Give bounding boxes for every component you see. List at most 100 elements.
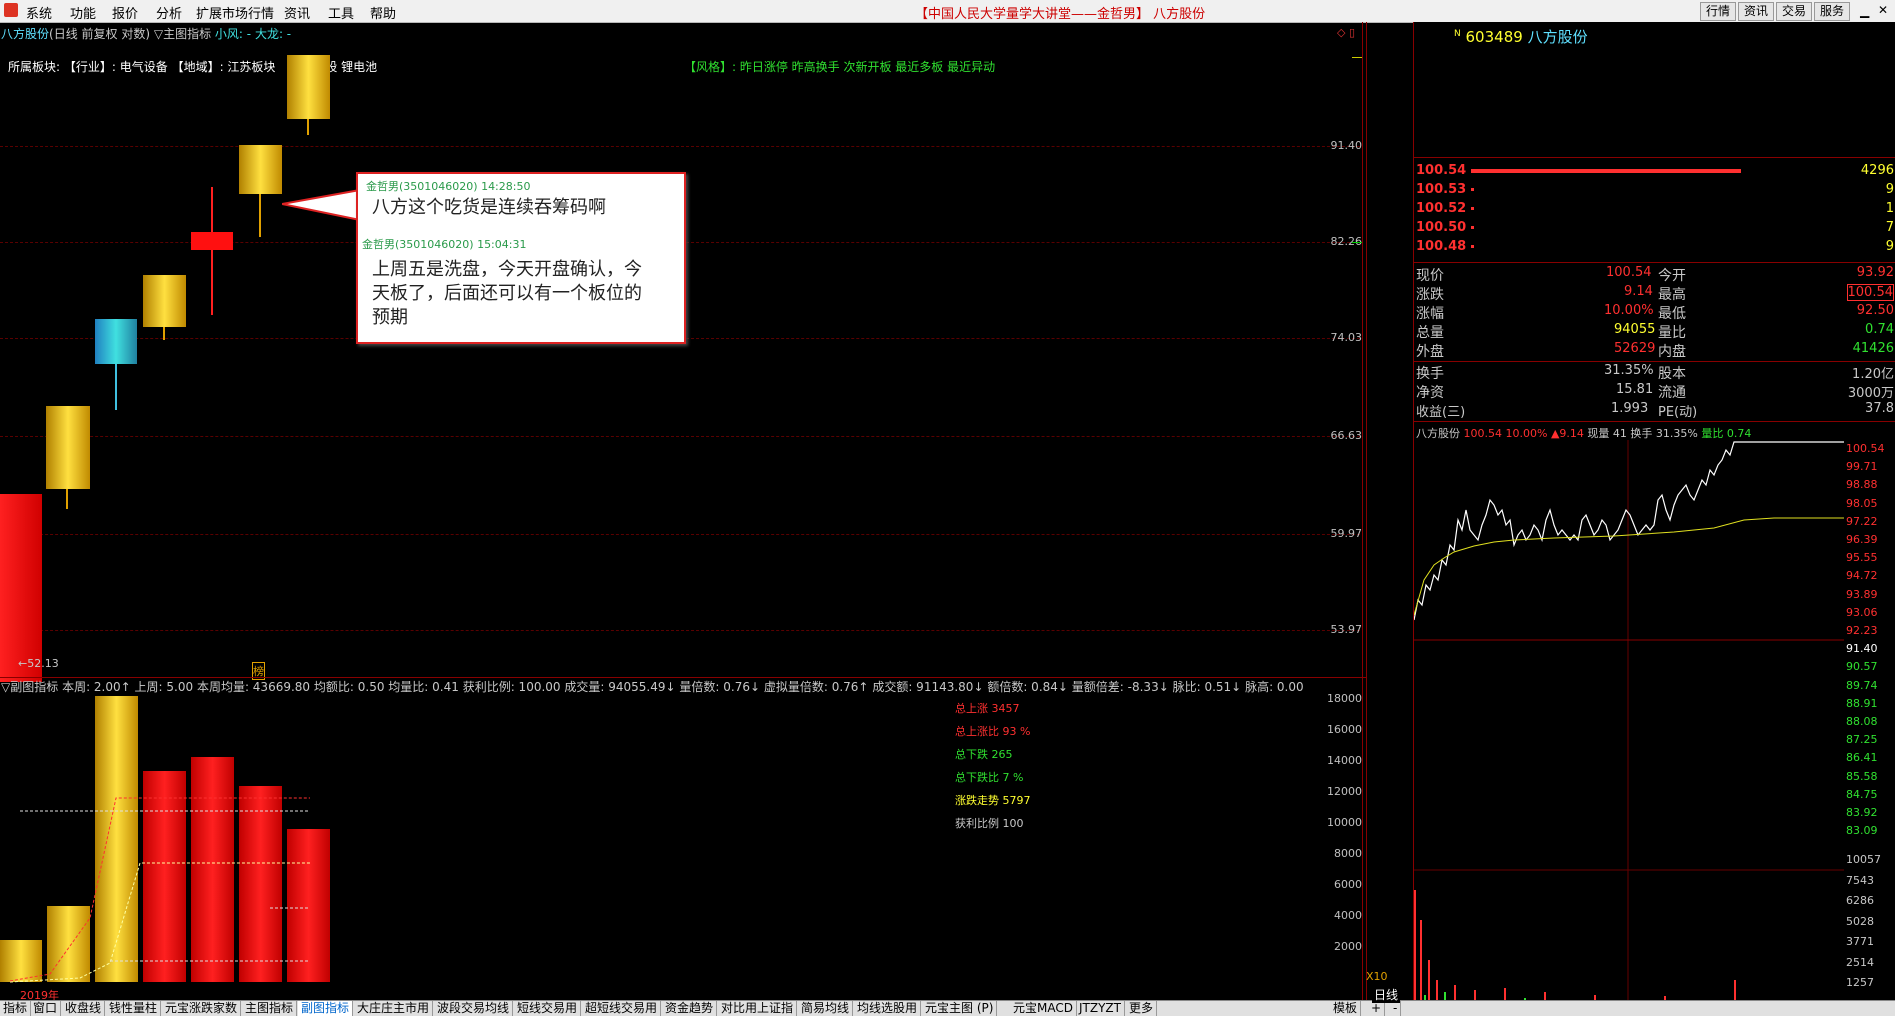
intraday-vol-ratio: 量比 0.74: [1701, 427, 1752, 440]
info-value: 31.35%: [1604, 363, 1654, 378]
gridline: [0, 146, 1360, 147]
menu-system[interactable]: 系统: [26, 3, 52, 22]
tab-indicator[interactable]: 指标: [0, 1001, 32, 1016]
trade-button[interactable]: 交易: [1776, 2, 1813, 21]
info-value: 1.20亿: [1852, 367, 1894, 382]
candle[interactable]: [0, 494, 42, 682]
intraday-turnover: 换手 31.35%: [1630, 427, 1698, 440]
market-button[interactable]: 行情: [1700, 2, 1737, 21]
tab-sub-indicator[interactable]: 副图指标: [298, 1001, 354, 1016]
tab-money-volume-bar[interactable]: 钱性量柱: [106, 1001, 162, 1016]
divider: [1414, 157, 1895, 158]
price-axis-line: [1362, 22, 1363, 677]
tab-close-line[interactable]: 收盘线: [62, 1001, 106, 1016]
menu-bar: 系统 功能 报价 分析 扩展市场行情 资讯 工具 帮助 【中国人民大学量学大讲堂…: [0, 0, 1895, 23]
chart-mode[interactable]: (日线 前复权 对数): [49, 27, 150, 41]
sub-stat: 均量比: 0.41: [388, 680, 459, 694]
tab-yuanbao-main[interactable]: 元宝主图 (P): [922, 1001, 998, 1016]
stat-total-down-ratio: 总下跌比 7 %: [955, 771, 1024, 784]
sub-stat: 获利比例: 100.00: [462, 680, 561, 694]
chat-msg2-line3: 预期: [372, 307, 408, 328]
chart-header: 八方股份(日线 前复权 对数) ▽主图指标 小风: - 大龙: -: [1, 25, 291, 42]
intraday-pct: 10.00%: [1505, 427, 1548, 440]
sub-stat: 量倍数: 0.76↓: [679, 680, 761, 694]
period-label[interactable]: 日线: [1372, 986, 1401, 1003]
sub-stat: 额倍数: 0.84↓: [987, 680, 1068, 694]
menu-help[interactable]: 帮助: [370, 3, 396, 22]
tab-jtzyzt[interactable]: JTZYZT: [1076, 1001, 1125, 1016]
tab-yuanbao-macd[interactable]: 元宝MACD: [1010, 1001, 1077, 1016]
intraday-axis-tick: 99.71: [1846, 460, 1878, 474]
tab-band-trade-ma[interactable]: 波段交易均线: [434, 1001, 514, 1016]
tab-more[interactable]: 更多: [1126, 1001, 1158, 1016]
menu-news[interactable]: 资讯: [284, 3, 310, 22]
stat-total-up-ratio: 总上涨比 93 %: [955, 725, 1031, 738]
close-icon[interactable]: ✕: [1878, 3, 1888, 17]
main-chart[interactable]: 八方股份(日线 前复权 对数) ▽主图指标 小风: - 大龙: - ◇ ▯ 所属…: [0, 22, 1367, 682]
ob-volume-bar: [1471, 169, 1741, 173]
chat-msg1-header: 金哲男(3501046020) 14:28:50: [366, 180, 531, 193]
sub-axis-line: [1362, 678, 1363, 1001]
intraday-axis-tick: 96.39: [1846, 533, 1878, 547]
candle[interactable]: [191, 232, 233, 250]
menu-extended-market[interactable]: 扩展市场行情: [196, 3, 274, 22]
stock-name: 八方股份: [1527, 28, 1588, 46]
intraday-axis-tick: 86.41: [1846, 751, 1878, 765]
chart-stock-name: 八方股份: [1, 27, 50, 41]
remove-tab-button[interactable]: -: [1390, 1001, 1402, 1016]
candle[interactable]: [239, 145, 282, 194]
intraday-axis-tick: 98.05: [1846, 496, 1878, 510]
intraday-axis-tick: 91.40: [1846, 642, 1878, 656]
sub-axis-multiplier: X10: [1366, 970, 1388, 983]
news-button[interactable]: 资讯: [1738, 2, 1775, 21]
ob-volume: 4296: [1860, 163, 1894, 178]
tab-main-indicator[interactable]: 主图指标: [242, 1001, 298, 1016]
intraday-price: 100.54: [1463, 427, 1503, 440]
template-button[interactable]: 模板: [1330, 1001, 1362, 1016]
menu-tools[interactable]: 工具: [328, 3, 354, 22]
sub-axis-tick: 8000: [1334, 847, 1362, 860]
tab-big-dealer[interactable]: 大庄庄主市用: [354, 1001, 434, 1016]
quote-label: 现价: [1416, 268, 1444, 284]
tab-simple-ma[interactable]: 简易均线: [798, 1001, 854, 1016]
intraday-axis-tick: 93.89: [1846, 587, 1878, 601]
stat-trend: 涨跌走势 5797: [955, 794, 1031, 807]
intraday-vol-tick: 3771: [1846, 935, 1874, 948]
info-value: 1.993: [1611, 401, 1649, 416]
tab-yuanbao-updown[interactable]: 元宝涨跌家数: [162, 1001, 242, 1016]
intraday-axis-tick: 89.74: [1846, 678, 1878, 692]
tab-ma-stock-select[interactable]: 均线选股用: [854, 1001, 922, 1016]
ob-price: 100.53: [1416, 182, 1467, 197]
tab-fund-trend[interactable]: 资金趋势: [662, 1001, 718, 1016]
tab-ultra-short-trade[interactable]: 超短线交易用: [582, 1001, 662, 1016]
intraday-chart[interactable]: [1414, 440, 1844, 1015]
add-tab-button[interactable]: +: [1368, 1001, 1386, 1016]
tab-window[interactable]: 窗口: [30, 1001, 62, 1016]
axis-tick-label: 59.97: [1330, 527, 1363, 540]
quote-label: 最低: [1658, 306, 1686, 322]
chart-settings-icon[interactable]: ◇ ▯: [1337, 26, 1355, 39]
intraday-axis-tick: 84.75: [1846, 787, 1878, 801]
sector-region: 【地域】: 江苏板块: [171, 60, 276, 74]
menu-function[interactable]: 功能: [70, 3, 96, 22]
candle[interactable]: [143, 275, 186, 327]
minimize-icon[interactable]: ▁: [1860, 4, 1869, 18]
main-indicator-toggle[interactable]: ▽主图指标: [154, 27, 211, 41]
candle[interactable]: [95, 319, 137, 364]
service-button[interactable]: 服务: [1814, 2, 1851, 21]
tab-short-trade[interactable]: 短线交易用: [514, 1001, 582, 1016]
intraday-vol-tick: 6286: [1846, 894, 1874, 907]
tab-compare-shanghai[interactable]: 对比用上证指: [718, 1001, 798, 1016]
sub-chart[interactable]: ▽副图指标 本周: 2.00↑ 上周: 5.00 本周均量: 43669.80 …: [0, 677, 1388, 1002]
quote-label: 外盘: [1416, 344, 1444, 360]
candle[interactable]: [287, 55, 330, 119]
menu-analysis[interactable]: 分析: [156, 3, 182, 22]
quote-value: 41426: [1852, 341, 1894, 356]
intraday-now-vol: 现量 41: [1587, 427, 1627, 440]
menu-quote[interactable]: 报价: [112, 3, 138, 22]
sub-axis-tick: 16000: [1327, 723, 1362, 736]
candle[interactable]: [46, 406, 90, 489]
info-label: 流通: [1658, 385, 1686, 401]
quote-label: 内盘: [1658, 344, 1686, 360]
intraday-vol-tick: 1257: [1846, 976, 1874, 989]
